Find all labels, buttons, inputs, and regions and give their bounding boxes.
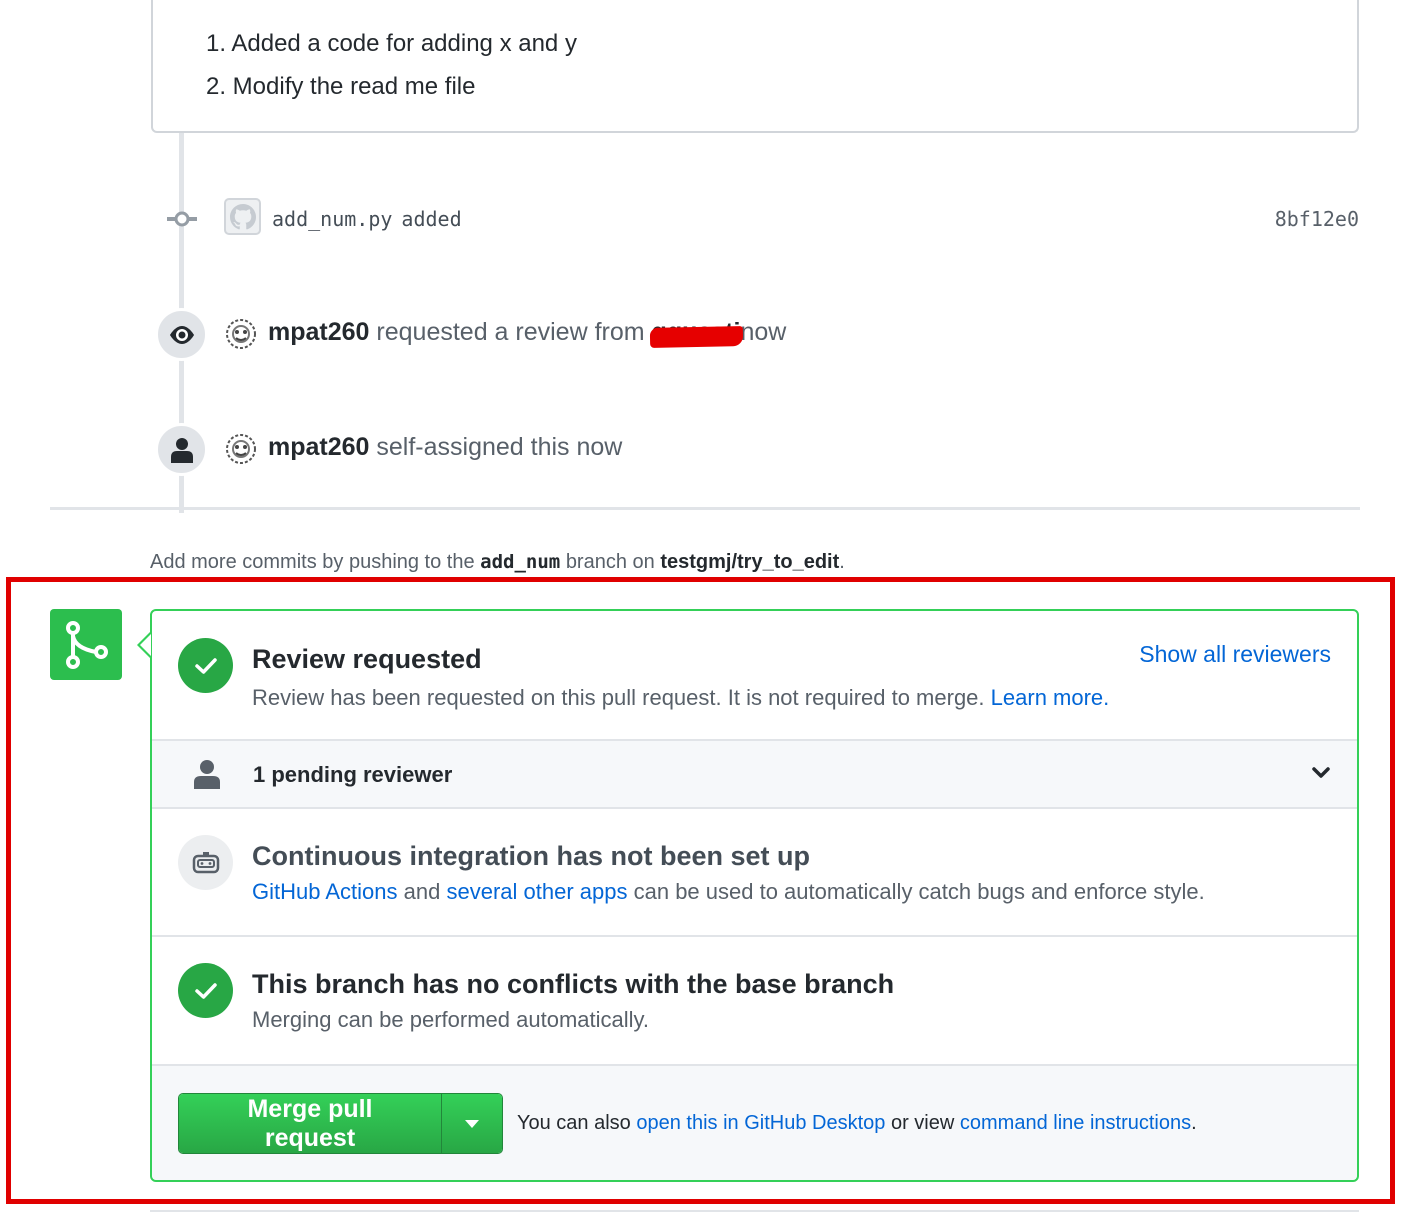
commit-sha-link[interactable]: 8bf12e0 xyxy=(1275,207,1359,231)
push-hint: Add more commits by pushing to the add_n… xyxy=(150,551,845,574)
eye-icon xyxy=(169,325,194,344)
person-icon xyxy=(170,437,193,463)
push-hint-prefix: Add more commits by pushing to the xyxy=(150,551,475,573)
branch-name: add_num xyxy=(480,551,561,573)
push-hint-suffix: . xyxy=(839,551,845,573)
eye-badge xyxy=(155,308,208,361)
user-avatar[interactable] xyxy=(222,430,260,468)
commit-icon xyxy=(167,211,197,227)
event-username[interactable]: mpat260 xyxy=(268,318,369,346)
github-octocat-icon xyxy=(229,203,256,229)
event-action-text: self-assigned this now xyxy=(376,433,623,461)
commit-author-avatar[interactable] xyxy=(224,198,261,235)
review-request-event: mpat260 requested a review from gquestin… xyxy=(268,318,786,348)
redacted-reviewer: gquesti xyxy=(649,318,743,348)
repo-name[interactable]: testgmj/try_to_edit xyxy=(660,551,839,573)
description-item: 1. Added a code for adding x and y xyxy=(206,30,577,57)
user-avatar[interactable] xyxy=(222,315,260,353)
commit-action: added xyxy=(401,207,462,231)
pr-description: 1. Added a code for adding x and y 2. Mo… xyxy=(151,0,1359,133)
push-hint-middle: branch on xyxy=(565,551,655,573)
pull-request-page: 1. Added a code for adding x and y 2. Mo… xyxy=(0,0,1409,1215)
commit-file: add_num.py xyxy=(272,207,393,231)
event-time[interactable]: now xyxy=(740,318,786,346)
person-badge xyxy=(155,423,208,476)
description-item: 2. Modify the read me file xyxy=(206,73,476,100)
timeline-divider xyxy=(50,507,1360,510)
annotation-highlight-box xyxy=(6,577,1395,1204)
commit-message[interactable]: add_num.py added xyxy=(272,207,462,231)
bottom-divider xyxy=(150,1210,1359,1212)
redaction-mark xyxy=(649,326,743,348)
event-action-text: requested a review from xyxy=(376,318,645,346)
event-username[interactable]: mpat260 xyxy=(268,433,369,461)
assign-event: mpat260 self-assigned this now xyxy=(268,433,622,462)
